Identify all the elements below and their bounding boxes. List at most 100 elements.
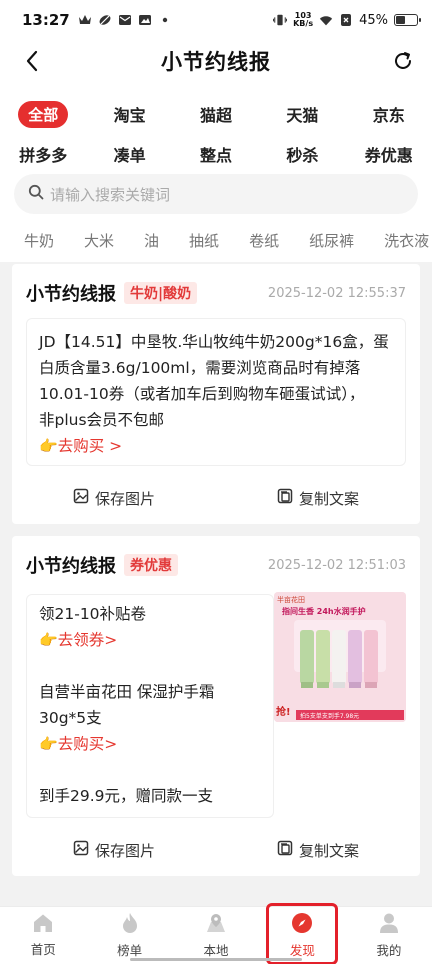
status-bar: 13:27 103 KB/s 45%	[0, 0, 432, 40]
product-badge-text: 拍5支单支到手7.98元	[300, 713, 360, 720]
keyword-tag[interactable]: 抽纸	[189, 230, 219, 251]
copy-text-button[interactable]: 复制文案	[216, 840, 420, 861]
deal-text-line: 30g*5支	[39, 709, 102, 727]
page-title: 小节约线报	[161, 50, 271, 74]
category-row: 全部 淘宝 猫超 天猫 京东	[0, 94, 432, 134]
keyword-tag-row: 牛奶 大米 油 抽纸 卷纸 纸尿裤 洗衣液	[0, 222, 432, 258]
card-actions: 保存图片 复制文案	[12, 832, 420, 868]
save-image-button[interactable]: 保存图片	[12, 488, 216, 509]
keyword-tag[interactable]: 牛奶	[24, 230, 54, 251]
card-category-tag[interactable]: 牛奶|酸奶	[124, 282, 198, 304]
deal-card: 小节约线报 券优惠 2025-12-02 12:51:03 领21-10补贴卷 …	[12, 536, 420, 876]
category-label: 猫超	[199, 106, 232, 125]
coupon-link-label: 去领券>	[57, 631, 118, 649]
coupon-link[interactable]: 👉去领券>	[39, 627, 265, 653]
product-headline: 指间生香 24h水润手护	[282, 607, 366, 616]
image-icon	[73, 488, 89, 508]
product-brand-text: 半亩花田	[277, 596, 305, 604]
buy-link-label: 去购买 >	[57, 437, 123, 455]
category-jd[interactable]: 京东	[346, 99, 432, 129]
refresh-icon[interactable]	[388, 46, 418, 76]
pointing-hand-icon: 👉	[39, 631, 58, 649]
save-image-label: 保存图片	[94, 489, 155, 508]
category-coudan[interactable]: 凑单	[86, 139, 172, 169]
wifi-icon	[319, 13, 333, 27]
copy-icon	[277, 488, 293, 508]
keyword-tag[interactable]: 卷纸	[249, 230, 279, 251]
keyword-tag[interactable]: 大米	[84, 230, 114, 251]
card-content[interactable]: 领21-10补贴卷 👉去领券> 自营半亩花田 保湿护手霜 30g*5支 👉去购买…	[26, 594, 274, 818]
image-icon	[73, 840, 89, 860]
search-input[interactable]: 请输入搜索关键词	[14, 174, 418, 214]
card-category-tag[interactable]: 券优惠	[124, 554, 178, 576]
card-brand: 小节约线报	[26, 556, 116, 577]
card-actions: 保存图片 复制文案	[12, 480, 420, 516]
active-tab-highlight	[266, 903, 338, 964]
net-speed: 103 KB/s	[293, 12, 313, 28]
category-coupon[interactable]: 券优惠	[346, 139, 432, 169]
tab-ranking[interactable]: 榜单	[86, 907, 172, 964]
category-maochao[interactable]: 猫超	[173, 99, 259, 129]
category-label: 券优惠	[364, 146, 413, 165]
search-icon	[28, 184, 44, 204]
tab-local[interactable]: 本地	[173, 907, 259, 964]
category-label: 淘宝	[113, 106, 146, 125]
home-indicator[interactable]	[130, 958, 302, 961]
tab-label: 本地	[203, 943, 229, 958]
deal-text-line: 白质含量3.6g/100ml，需要浏览商品时有掉落	[39, 359, 361, 377]
category-tmall[interactable]: 天猫	[259, 99, 345, 129]
product-corner-text: 抢!	[276, 707, 291, 718]
keyword-tag[interactable]: 洗衣液	[384, 230, 429, 251]
chevron-left-icon[interactable]	[18, 46, 46, 76]
save-image-label: 保存图片	[94, 841, 155, 860]
mail-icon	[118, 13, 132, 27]
tab-label: 榜单	[117, 943, 143, 958]
image-icon	[138, 13, 152, 27]
deal-card: 小节约线报 牛奶|酸奶 2025-12-02 12:55:37 JD【14.51…	[12, 264, 420, 524]
tab-mine[interactable]: 我的	[346, 907, 432, 964]
battery-level-fill	[396, 16, 405, 24]
tab-home[interactable]: 首页	[0, 907, 86, 964]
category-label: 京东	[372, 106, 405, 125]
pointing-hand-icon: 👉	[39, 437, 58, 455]
category-row: 拼多多 凑单 整点 秒杀 券优惠	[0, 134, 432, 174]
category-taobao[interactable]: 淘宝	[86, 99, 172, 129]
deal-text-line: JD【14.51】中垦牧.华山牧纯牛奶200g*16盒，蛋	[39, 333, 389, 351]
map-pin-icon	[205, 912, 227, 937]
home-icon	[32, 913, 54, 936]
search-placeholder: 请输入搜索关键词	[50, 185, 171, 204]
nav-bar: 小节约线报	[0, 40, 432, 82]
category-label: 全部	[18, 100, 69, 128]
copy-text-label: 复制文案	[298, 489, 359, 508]
vibrate-icon	[273, 13, 288, 27]
flame-icon	[120, 912, 140, 937]
deal-text-line: 领21-10补贴卷	[39, 605, 147, 623]
save-image-button[interactable]: 保存图片	[12, 840, 216, 861]
category-pdd[interactable]: 拼多多	[0, 139, 86, 169]
buy-link-label: 去购买>	[57, 735, 118, 753]
deal-text-line: 10.01-10券（或者加车后到购物车砸蛋试试），	[39, 385, 365, 403]
category-zhengdian[interactable]: 整点	[173, 139, 259, 169]
card-content[interactable]: JD【14.51】中垦牧.华山牧纯牛奶200g*16盒，蛋 白质含量3.6g/1…	[26, 318, 406, 466]
pointing-hand-icon: 👉	[39, 735, 58, 753]
keyword-tag[interactable]: 油	[144, 230, 159, 251]
card-header: 小节约线报 券优惠 2025-12-02 12:51:03	[26, 552, 406, 578]
buy-link[interactable]: 👉去购买>	[39, 731, 265, 757]
keyword-tag[interactable]: 纸尿裤	[309, 230, 354, 251]
card-header: 小节约线报 牛奶|酸奶 2025-12-02 12:55:37	[26, 280, 406, 306]
copy-text-button[interactable]: 复制文案	[216, 488, 420, 509]
product-image[interactable]: 半亩花田 指间生香 24h水润手护 抢! 拍5支单支到手7.98元	[274, 592, 406, 722]
user-icon	[379, 912, 399, 937]
dot-icon	[158, 13, 172, 27]
category-label: 拼多多	[19, 146, 68, 165]
copy-icon	[277, 840, 293, 860]
category-miaosha[interactable]: 秒杀	[259, 139, 345, 169]
buy-link[interactable]: 👉去购买 >	[39, 433, 395, 459]
card-timestamp: 2025-12-02 12:55:37	[267, 285, 406, 301]
tab-label: 我的	[376, 943, 402, 958]
bottom-tab-bar: 首页 榜单 本地 发现 我的	[0, 906, 432, 964]
category-label: 凑单	[113, 146, 146, 165]
category-all[interactable]: 全部	[0, 100, 86, 128]
